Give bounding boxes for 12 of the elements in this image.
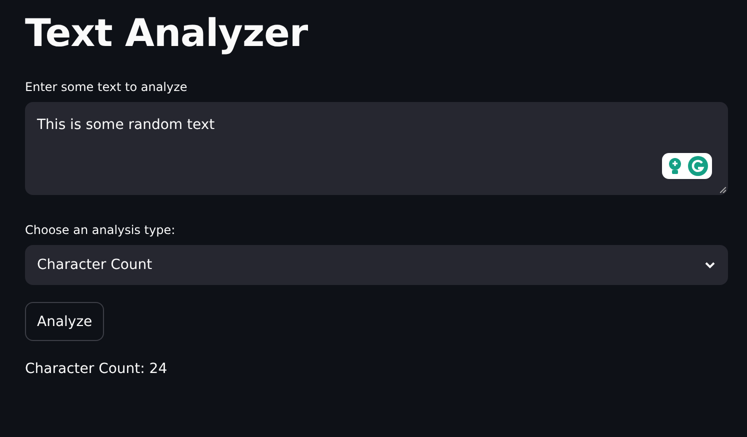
chevron-down-icon bbox=[704, 261, 716, 269]
text-input-label: Enter some text to analyze bbox=[25, 80, 188, 94]
page-title: Text Analyzer bbox=[25, 10, 309, 57]
g-logo-icon bbox=[688, 156, 708, 176]
select-label: Choose an analysis type: bbox=[25, 223, 176, 237]
lightbulb-icon bbox=[666, 157, 684, 175]
writing-assistant-widget[interactable] bbox=[662, 153, 712, 179]
analyze-button[interactable]: Analyze bbox=[25, 302, 104, 341]
result-text: Character Count: 24 bbox=[25, 361, 168, 377]
resize-handle-icon[interactable] bbox=[720, 187, 726, 193]
analysis-type-dropdown[interactable]: Character Count bbox=[25, 245, 728, 285]
text-area[interactable]: This is some random text bbox=[25, 102, 728, 195]
